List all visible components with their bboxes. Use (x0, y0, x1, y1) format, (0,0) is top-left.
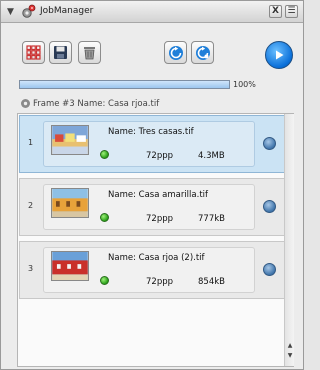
grid-icon (26, 45, 41, 60)
current-frame-info: Frame #3 Name: Casa rjoa.tif (33, 99, 160, 109)
window-title: JobManager (40, 6, 94, 16)
job-index: 1 (28, 138, 34, 147)
job-thumbnail (51, 125, 89, 155)
job-name: Name: Casa rjoa (2).tif (108, 253, 205, 263)
play-button[interactable] (265, 41, 293, 69)
job-size: 777kB (198, 214, 225, 224)
menu-button[interactable]: ☰ (285, 5, 298, 18)
frame-gear-icon (21, 99, 30, 108)
job-row[interactable]: 2 Name: Casa amarilla.tif 72ppp 777kB (19, 178, 286, 236)
title-bar[interactable]: ▼ JobManager X ☰ (1, 1, 303, 23)
trash-button[interactable] (78, 41, 101, 64)
job-action-icon[interactable] (263, 137, 276, 150)
grid-button[interactable] (22, 41, 45, 64)
refresh-alt-button[interactable] (191, 41, 214, 64)
job-action-icon[interactable] (263, 200, 276, 213)
close-button[interactable]: X (269, 5, 282, 18)
job-resolution: 72ppp (146, 277, 174, 287)
trash-icon (84, 47, 95, 60)
job-row[interactable]: 1 Name: Tres casas.tif 72ppp 4.3MB (19, 115, 286, 173)
job-resolution: 72ppp (146, 214, 174, 224)
status-dot-icon (100, 276, 109, 285)
job-name: Name: Casa amarilla.tif (108, 190, 208, 200)
job-row[interactable]: 3 Name: Casa rjoa (2).tif 72ppp 854kB (19, 241, 286, 299)
jobmanager-window: ▼ JobManager X ☰ 100% Frame #3 Name: Cas… (0, 0, 304, 370)
refresh-alt-icon (195, 45, 210, 60)
job-size: 4.3MB (198, 151, 225, 161)
progress-bar (19, 80, 230, 89)
job-action-icon[interactable] (263, 263, 276, 276)
save-icon (54, 46, 67, 59)
job-index: 3 (28, 264, 34, 273)
app-gear-icon (22, 4, 36, 18)
refresh-icon (168, 45, 183, 60)
job-size: 854kB (198, 277, 225, 287)
save-button[interactable] (49, 41, 72, 64)
status-dot-icon (100, 213, 109, 222)
job-thumbnail (51, 188, 89, 218)
refresh-button[interactable] (164, 41, 187, 64)
scroll-up-icon[interactable]: ▲ (286, 342, 294, 349)
vertical-scrollbar[interactable]: ▲ ▼ (284, 114, 294, 366)
job-thumbnail (51, 251, 89, 281)
job-resolution: 72ppp (146, 151, 174, 161)
status-dot-icon (100, 150, 109, 159)
job-index: 2 (28, 201, 34, 210)
job-list: 1 Name: Tres casas.tif 72ppp 4.3MB 2 Name: Ca… (17, 113, 294, 367)
job-name: Name: Tres casas.tif (108, 127, 194, 137)
progress-percent: 100% (233, 80, 256, 89)
progress-fill (20, 81, 229, 88)
play-icon (276, 50, 284, 60)
collapse-triangle-icon[interactable]: ▼ (7, 7, 14, 17)
scroll-down-icon[interactable]: ▼ (286, 352, 294, 359)
